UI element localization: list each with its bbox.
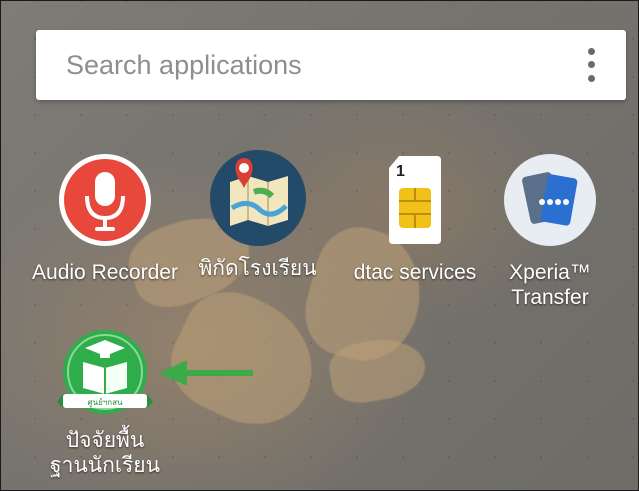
app-xperia-transfer[interactable]: Xperia™ Transfer	[495, 152, 605, 310]
app-label-line: ฐานนักเรียน	[50, 454, 160, 477]
app-label-line: ปัจจัยพื้น	[65, 429, 145, 452]
search-applications-bar[interactable]: Search applications	[36, 30, 626, 100]
app-label: ปัจจัยพื้น ฐานนักเรียน	[50, 428, 160, 478]
app-audio-recorder[interactable]: Audio Recorder	[30, 152, 180, 285]
app-student-basics[interactable]: ศูนย์ฯกสน ปัจจัยพื้น ฐานนักเรียน	[50, 328, 160, 478]
app-label: dtac services	[353, 261, 477, 284]
app-label: Xperia™ Transfer	[509, 260, 591, 310]
app-label-line: Transfer	[511, 286, 589, 309]
app-label-line: Xperia™	[509, 261, 591, 284]
phone-transfer-icon	[502, 152, 598, 248]
app-label: พิกัดโรงเรียน	[198, 257, 317, 280]
graduation-book-icon: ศูนย์ฯกสน	[55, 328, 155, 418]
map-pin-icon	[208, 148, 308, 248]
search-placeholder: Search applications	[66, 49, 302, 80]
app-dtac-services[interactable]: 1 dtac services	[340, 152, 490, 285]
home-screen: Search applications Audio Recorder พิกัด…	[0, 0, 639, 491]
left-arrow-icon	[159, 360, 253, 386]
app-badge-text: ศูนย์ฯกสน	[88, 397, 123, 408]
app-label: Audio Recorder	[32, 261, 178, 284]
microphone-icon	[57, 152, 153, 248]
sim-card-icon: 1	[367, 152, 463, 248]
svg-text:1: 1	[396, 163, 405, 180]
overflow-menu-icon[interactable]	[584, 45, 598, 85]
app-school-location[interactable]: พิกัดโรงเรียน	[185, 148, 330, 281]
